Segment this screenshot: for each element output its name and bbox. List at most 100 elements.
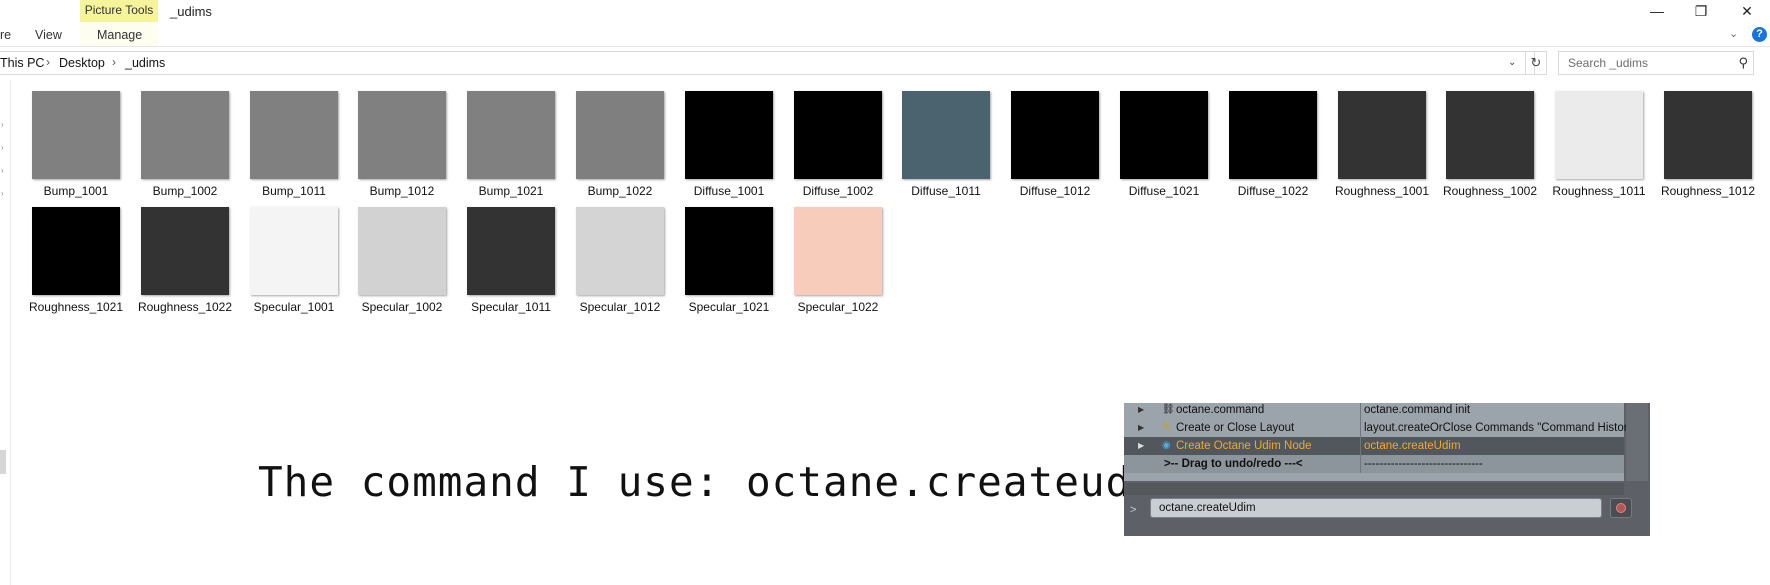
minimize-button[interactable]: — — [1635, 0, 1679, 22]
thumbnail-image — [902, 91, 990, 179]
search-icon: ⚲ — [1738, 55, 1748, 70]
file-item[interactable]: Bump_1011 — [248, 91, 340, 198]
command-input[interactable]: octane.createUdim — [1150, 498, 1602, 518]
file-name: Bump_1011 — [262, 184, 326, 198]
thumbnail-image — [576, 91, 664, 179]
thumbnail-image — [794, 207, 882, 295]
history-row-command: octane.command init — [1364, 404, 1471, 416]
record-button[interactable] — [1610, 498, 1632, 518]
thumbnail-image — [1011, 91, 1099, 179]
panel-vertical-scrollbar[interactable] — [1626, 403, 1648, 481]
history-row-selected[interactable]: ▶ ◉ Create Octane Udim Node octane.creat… — [1124, 437, 1624, 455]
file-name: Bump_1002 — [152, 184, 218, 198]
file-item[interactable]: Diffuse_1022 — [1227, 91, 1319, 198]
expand-arrow-icon[interactable]: › — [1, 120, 4, 129]
file-item[interactable]: Bump_1012 — [356, 91, 448, 198]
breadcrumb-desktop[interactable]: Desktop — [59, 56, 105, 70]
title-bar: Picture Tools re View Manage _udims — ❐ … — [0, 0, 1770, 46]
file-name: Roughness_1021 — [28, 300, 124, 314]
file-item[interactable]: Bump_1001 — [30, 91, 122, 198]
file-item[interactable]: Specular_1011 — [465, 207, 557, 314]
drag-undo-redo-row[interactable]: >-- Drag to undo/redo ---< -------------… — [1124, 455, 1624, 473]
history-row-name: Create Octane Udim Node — [1176, 440, 1312, 452]
search-input[interactable]: Search _udims ⚲ — [1558, 51, 1754, 75]
file-item[interactable]: Diffuse_1011 — [900, 91, 992, 198]
thumbnail-image — [1555, 91, 1643, 179]
file-name: Bump_1012 — [369, 184, 435, 198]
history-row-command: layout.createOrClose Commands "Command H… — [1364, 422, 1638, 434]
panel-horizontal-scrollbar[interactable] — [1124, 483, 1624, 495]
overlay-caption: The command I use: octane.createudim — [258, 458, 1183, 506]
address-bar[interactable]: This PC › Desktop › _udims ⌄ — [0, 51, 1535, 75]
breadcrumb-this-pc[interactable]: This PC — [0, 56, 44, 70]
history-row[interactable]: ▶ ⛓ octane.command octane.command init — [1124, 403, 1624, 419]
file-item[interactable]: Specular_1022 — [792, 207, 884, 314]
link-icon: ⛓ — [1162, 404, 1175, 415]
tab-share[interactable]: re — [0, 26, 11, 44]
file-name: Diffuse_1011 — [911, 184, 981, 198]
file-name: Diffuse_1021 — [1128, 184, 1200, 198]
file-item[interactable]: Roughness_1011 — [1552, 91, 1646, 198]
ribbon-collapse-icon[interactable]: ⌄ — [1729, 27, 1738, 40]
breadcrumb-udims[interactable]: _udims — [125, 56, 165, 70]
thumbnail-image — [467, 207, 555, 295]
command-prompt-icon: > — [1130, 504, 1137, 516]
file-item[interactable]: Specular_1021 — [683, 207, 775, 314]
thumbnail-image — [141, 91, 229, 179]
thumbnail-image — [250, 91, 338, 179]
help-icon[interactable]: ? — [1752, 27, 1767, 42]
history-row-name: Create or Close Layout — [1176, 422, 1295, 434]
file-name: Bump_1021 — [478, 184, 544, 198]
expand-triangle-icon[interactable]: ▶ — [1138, 419, 1144, 437]
search-placeholder: Search _udims — [1568, 56, 1649, 70]
column-divider — [1360, 419, 1361, 437]
file-item[interactable]: Roughness_1022 — [138, 207, 232, 314]
tab-manage[interactable]: Manage — [97, 26, 142, 44]
address-dropdown-icon[interactable]: ⌄ — [1508, 57, 1516, 68]
file-item[interactable]: Roughness_1012 — [1661, 91, 1755, 198]
file-name: Roughness_1011 — [1552, 184, 1646, 198]
file-item[interactable]: Roughness_1001 — [1335, 91, 1429, 198]
file-item[interactable]: Specular_1002 — [356, 207, 448, 314]
file-item[interactable]: Roughness_1021 — [29, 207, 123, 314]
file-item[interactable]: Specular_1001 — [248, 207, 340, 314]
drag-dashes: ------------------------------- — [1364, 458, 1483, 470]
breadcrumb-separator-icon[interactable]: › — [112, 55, 116, 69]
expand-triangle-icon[interactable]: ▶ — [1138, 403, 1144, 419]
history-row-name: octane.command — [1176, 404, 1265, 416]
history-row[interactable]: ▶ ✎ Create or Close Layout layout.create… — [1124, 419, 1637, 437]
file-name: Specular_1022 — [797, 300, 879, 314]
thumbnail-image — [32, 207, 120, 295]
file-item[interactable]: Bump_1002 — [139, 91, 231, 198]
expand-arrow-icon[interactable]: › — [1, 189, 4, 198]
close-button[interactable]: ✕ — [1725, 0, 1769, 22]
thumbnail-image — [358, 91, 446, 179]
file-item[interactable]: Bump_1021 — [465, 91, 557, 198]
tab-view[interactable]: View — [35, 26, 62, 44]
record-icon — [1616, 503, 1626, 513]
thumbnail-image — [1446, 91, 1534, 179]
file-name: Diffuse_1001 — [693, 184, 765, 198]
expand-triangle-icon[interactable]: ▶ — [1138, 437, 1144, 455]
expand-arrow-icon[interactable]: › — [1, 143, 4, 152]
file-item[interactable]: Diffuse_1002 — [792, 91, 884, 198]
file-item[interactable]: Roughness_1002 — [1443, 91, 1537, 198]
file-name: Diffuse_1022 — [1237, 184, 1309, 198]
thumbnail-image — [32, 91, 120, 179]
file-item[interactable]: Diffuse_1001 — [683, 91, 775, 198]
pencil-icon: ✎ — [1162, 422, 1171, 433]
maximize-button[interactable]: ❐ — [1679, 0, 1723, 22]
breadcrumb-separator-icon[interactable]: › — [46, 55, 50, 69]
file-name: Diffuse_1012 — [1019, 184, 1091, 198]
file-name: Diffuse_1002 — [802, 184, 874, 198]
file-item[interactable]: Specular_1012 — [574, 207, 666, 314]
nav-scrollbar-thumb[interactable] — [0, 450, 6, 474]
file-item[interactable]: Diffuse_1012 — [1009, 91, 1101, 198]
file-item[interactable]: Bump_1022 — [574, 91, 666, 198]
refresh-button[interactable]: ↻ — [1525, 51, 1547, 75]
thumbnail-image — [1338, 91, 1426, 179]
refresh-icon: ↻ — [1530, 55, 1542, 70]
file-item[interactable]: Diffuse_1021 — [1118, 91, 1210, 198]
file-name: Specular_1021 — [688, 300, 770, 314]
expand-arrow-icon[interactable]: › — [1, 166, 4, 175]
